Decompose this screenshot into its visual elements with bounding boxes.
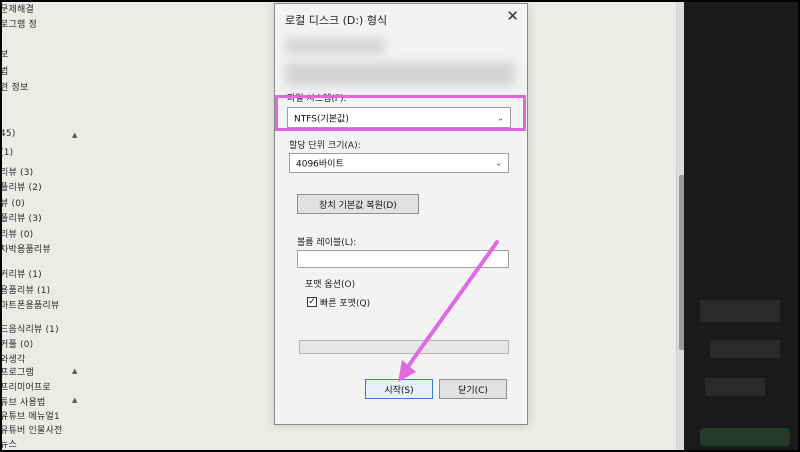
category-item[interactable]: 플리뷰 (3): [0, 211, 42, 224]
category-item[interactable]: 련 정보: [0, 80, 29, 93]
category-item[interactable]: 유튜버 인물사전: [0, 423, 62, 436]
format-dialog: 로컬 디스크 (D:) 형식 ✕ 파일 시스템(F): NTFS(기본값) ⌄ …: [274, 3, 528, 425]
collapse-caret-icon[interactable]: ▲: [72, 131, 77, 139]
category-item[interactable]: 플리뷰 (2): [0, 180, 42, 193]
blurred-capacity-field: [285, 38, 385, 54]
category-item[interactable]: 용품리뷰 (1): [0, 283, 50, 296]
category-item[interactable]: 마트폰용품리뷰: [0, 298, 59, 311]
category-item[interactable]: 튜브 사용법: [0, 395, 45, 408]
quick-format-label: 빠른 포맷(Q): [320, 299, 371, 309]
category-item[interactable]: 와생각: [0, 352, 25, 365]
blurred-block: [710, 340, 780, 358]
category-item[interactable]: 커플 (0): [0, 337, 33, 350]
category-item[interactable]: (1): [0, 148, 13, 158]
category-item[interactable]: 리뷰 (0): [0, 227, 33, 240]
allocation-value: 4096바이트: [296, 159, 344, 170]
blurred-block: [705, 378, 765, 396]
collapse-caret-icon[interactable]: ▲: [72, 367, 77, 375]
category-item[interactable]: 뉴스: [0, 437, 17, 450]
category-item[interactable]: 45): [0, 129, 16, 139]
dialog-title: 로컬 디스크 (D:) 형식: [285, 14, 388, 27]
category-item[interactable]: 프로그램: [0, 365, 34, 378]
category-item[interactable]: 로그램 정: [0, 17, 37, 30]
blurred-badge: [700, 428, 790, 446]
category-item[interactable]: 보: [0, 47, 8, 60]
close-button[interactable]: 닫기(C): [439, 379, 507, 399]
category-item[interactable]: 뷰 (0): [0, 196, 25, 209]
quick-format-checkbox[interactable]: ✓: [307, 297, 317, 307]
format-progress-bar: [299, 340, 509, 354]
category-item[interactable]: 프리미어프로: [0, 380, 51, 393]
close-icon[interactable]: ✕: [506, 7, 519, 25]
format-options-label: 포맷 옵션(O): [305, 280, 356, 290]
blog-category-list: 문제해결로그램 정보법련 정보 45) (1) 리뷰 (3) 플리뷰 (2) 뷰 (0) 플…: [0, 0, 120, 452]
volume-label-input[interactable]: [297, 250, 509, 268]
blurred-capacity-select: [285, 62, 515, 86]
allocation-select[interactable]: 4096바이트 ⌄: [289, 153, 509, 173]
start-button[interactable]: 시작(S): [365, 379, 433, 399]
category-item[interactable]: 리뷰 (3): [0, 165, 33, 178]
category-item[interactable]: 유튜브 메뉴얼1: [0, 409, 60, 422]
collapse-caret-icon[interactable]: ▲: [72, 396, 77, 404]
blurred-block: [700, 300, 780, 322]
category-item[interactable]: 차박용품리뷰: [0, 242, 51, 255]
filesystem-highlight-box: [275, 95, 526, 131]
chevron-down-icon: ⌄: [495, 158, 502, 168]
allocation-label: 할당 단위 크기(A):: [289, 141, 361, 151]
category-item[interactable]: 문제해결: [0, 2, 34, 15]
category-item[interactable]: 드음식리뷰 (1): [0, 322, 59, 335]
restore-defaults-button[interactable]: 장치 기본값 복원(D): [297, 194, 419, 214]
category-item[interactable]: 법: [0, 64, 8, 77]
volume-label: 볼륨 레이블(L):: [297, 238, 357, 248]
category-item[interactable]: 커리뷰 (1): [0, 267, 42, 280]
